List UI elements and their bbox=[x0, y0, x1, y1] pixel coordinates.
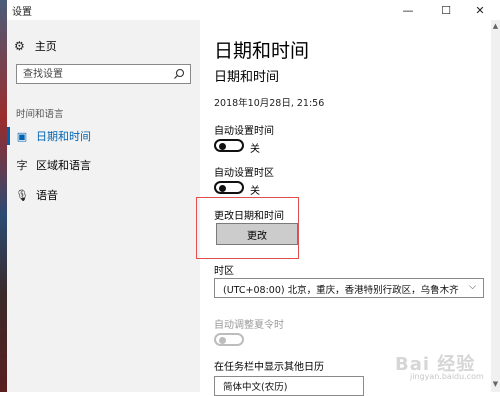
sidebar-item-label: 语音 bbox=[36, 189, 58, 202]
sidebar-home[interactable]: ⚙ 主页 bbox=[14, 36, 57, 56]
timezone-select[interactable]: (UTC+08:00) 北京，重庆，香港特别行政区，乌鲁木齐 ⌵ bbox=[214, 278, 484, 298]
change-datetime-label: 更改日期和时间 bbox=[214, 211, 284, 222]
change-button[interactable]: 更改 bbox=[216, 223, 298, 245]
timezone-label: 时区 bbox=[214, 266, 234, 277]
calendar-clock-icon: ▣ bbox=[16, 129, 28, 143]
timezone-value: (UTC+08:00) 北京，重庆，香港特别行政区，乌鲁木齐 bbox=[223, 285, 459, 296]
search-input[interactable] bbox=[23, 67, 173, 81]
chevron-down-icon: ⌵ bbox=[469, 282, 476, 292]
taskbar-calendar-select[interactable]: 简体中文(农历) bbox=[214, 376, 364, 396]
sidebar-item-label: 区域和语言 bbox=[36, 159, 91, 172]
scroll-down-icon[interactable]: ▼ bbox=[491, 380, 500, 390]
auto-time-label: 自动设置时间 bbox=[214, 126, 274, 137]
sidebar-item-datetime[interactable]: ▣ 日期和时间 bbox=[14, 125, 194, 147]
auto-time-state: 关 bbox=[250, 144, 260, 155]
toggle-knob bbox=[219, 184, 226, 192]
taskbar-calendar-label: 在任务栏中显示其他日历 bbox=[214, 362, 324, 373]
search-box[interactable] bbox=[16, 64, 191, 84]
window-title: 设置 bbox=[12, 7, 32, 18]
title-bar bbox=[7, 0, 500, 20]
minimize-button[interactable]: — bbox=[390, 0, 426, 20]
scrollbar[interactable] bbox=[491, 20, 500, 392]
watermark-url: jingyan.baidu.com bbox=[410, 372, 484, 381]
search-icon[interactable] bbox=[173, 68, 185, 80]
taskbar-calendar-value: 简体中文(农历) bbox=[223, 382, 288, 393]
page-title: 日期和时间 bbox=[214, 40, 310, 62]
auto-time-toggle[interactable] bbox=[214, 139, 244, 152]
dst-label: 自动调整夏令时 bbox=[214, 320, 284, 331]
home-label: 主页 bbox=[34, 40, 57, 53]
sidebar-item-label: 日期和时间 bbox=[36, 130, 91, 143]
desktop-background-strip bbox=[0, 0, 7, 392]
auto-timezone-toggle[interactable] bbox=[214, 181, 244, 194]
auto-timezone-label: 自动设置时区 bbox=[214, 168, 274, 179]
scroll-up-icon[interactable]: ▲ bbox=[491, 22, 500, 32]
active-indicator bbox=[7, 127, 10, 145]
close-button[interactable]: ✕ bbox=[462, 0, 498, 20]
microphone-icon: 🎙 bbox=[15, 188, 29, 202]
maximize-button[interactable]: ☐ bbox=[428, 0, 464, 20]
language-icon: 字 bbox=[16, 159, 28, 172]
gear-icon: ⚙ bbox=[14, 39, 25, 53]
auto-timezone-state: 关 bbox=[250, 186, 260, 197]
section-title: 日期和时间 bbox=[214, 70, 280, 85]
toggle-knob bbox=[219, 142, 226, 150]
sidebar-item-region-language[interactable]: 字 区域和语言 bbox=[14, 154, 194, 176]
current-datetime: 2018年10月28日, 21:56 bbox=[214, 98, 325, 109]
toggle-knob bbox=[219, 336, 226, 344]
dst-toggle bbox=[214, 333, 244, 346]
sidebar-item-speech[interactable]: 🎙 语音 bbox=[14, 184, 194, 206]
section-label: 时间和语言 bbox=[16, 109, 64, 120]
